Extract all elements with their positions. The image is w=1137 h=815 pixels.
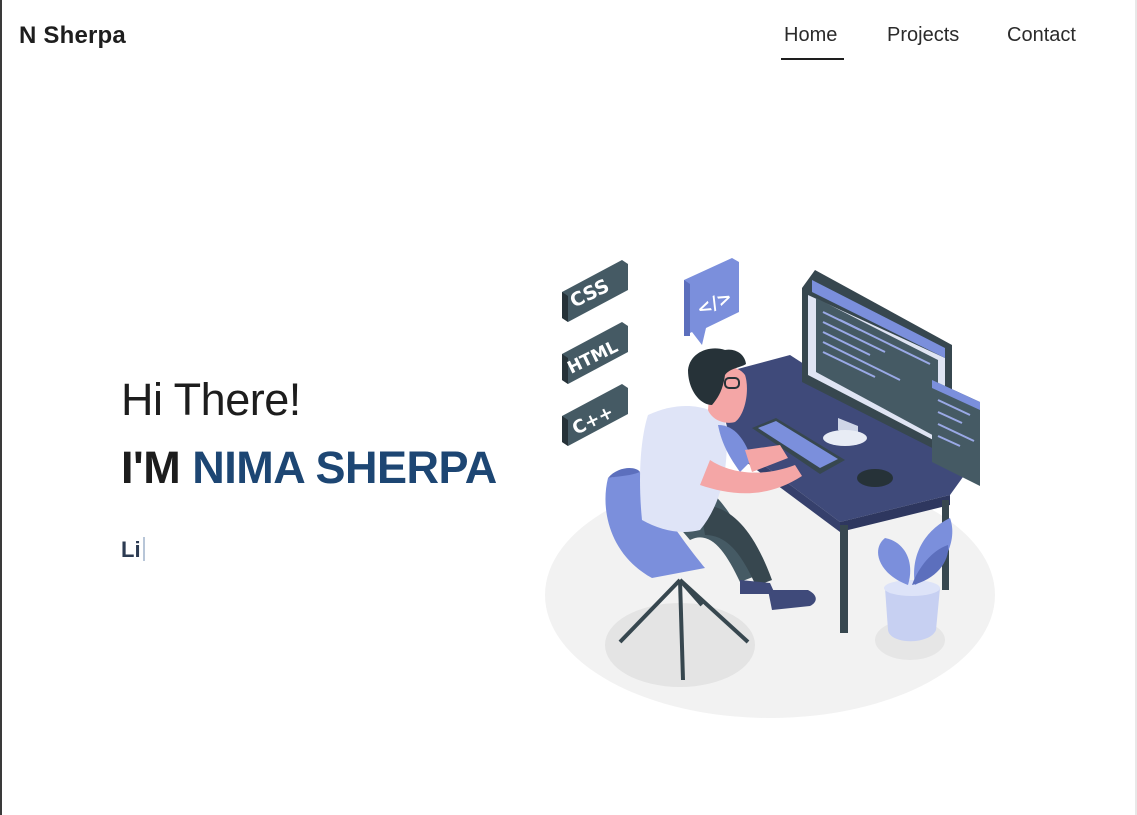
developer-at-desk-image: CSS HTML C++ </> — [545, 258, 995, 718]
intro-prefix: I'M — [121, 442, 193, 493]
developer-illustration: CSS HTML C++ </> — [540, 250, 1010, 730]
navbar: N Sherpa Home Projects Contact — [0, 0, 1137, 74]
typing-caret — [142, 537, 145, 561]
hero-intro: I'M NIMA SHERPA — [121, 444, 497, 492]
nav-link-projects[interactable]: Projects — [887, 24, 959, 47]
typing-text: Li — [121, 537, 497, 565]
active-nav-indicator — [781, 58, 844, 60]
window-left-border — [0, 0, 2, 815]
code-bubble-icon: </> — [684, 258, 739, 345]
cpp-tag-icon: C++ — [562, 384, 628, 446]
hero-greeting: Hi There! — [121, 374, 301, 425]
mouse-icon — [857, 469, 893, 487]
html-tag-icon: HTML — [562, 322, 628, 384]
nav-links: Home Projects Contact — [0, 24, 1137, 64]
hero-name: NIMA SHERPA — [192, 442, 497, 493]
css-tag-icon: CSS — [562, 260, 628, 322]
hero-section: Hi There! I'M NIMA SHERPA Li — [121, 376, 497, 565]
nav-link-home[interactable]: Home — [784, 24, 837, 47]
typing-value: Li — [121, 537, 141, 562]
nav-link-contact[interactable]: Contact — [1007, 24, 1076, 47]
